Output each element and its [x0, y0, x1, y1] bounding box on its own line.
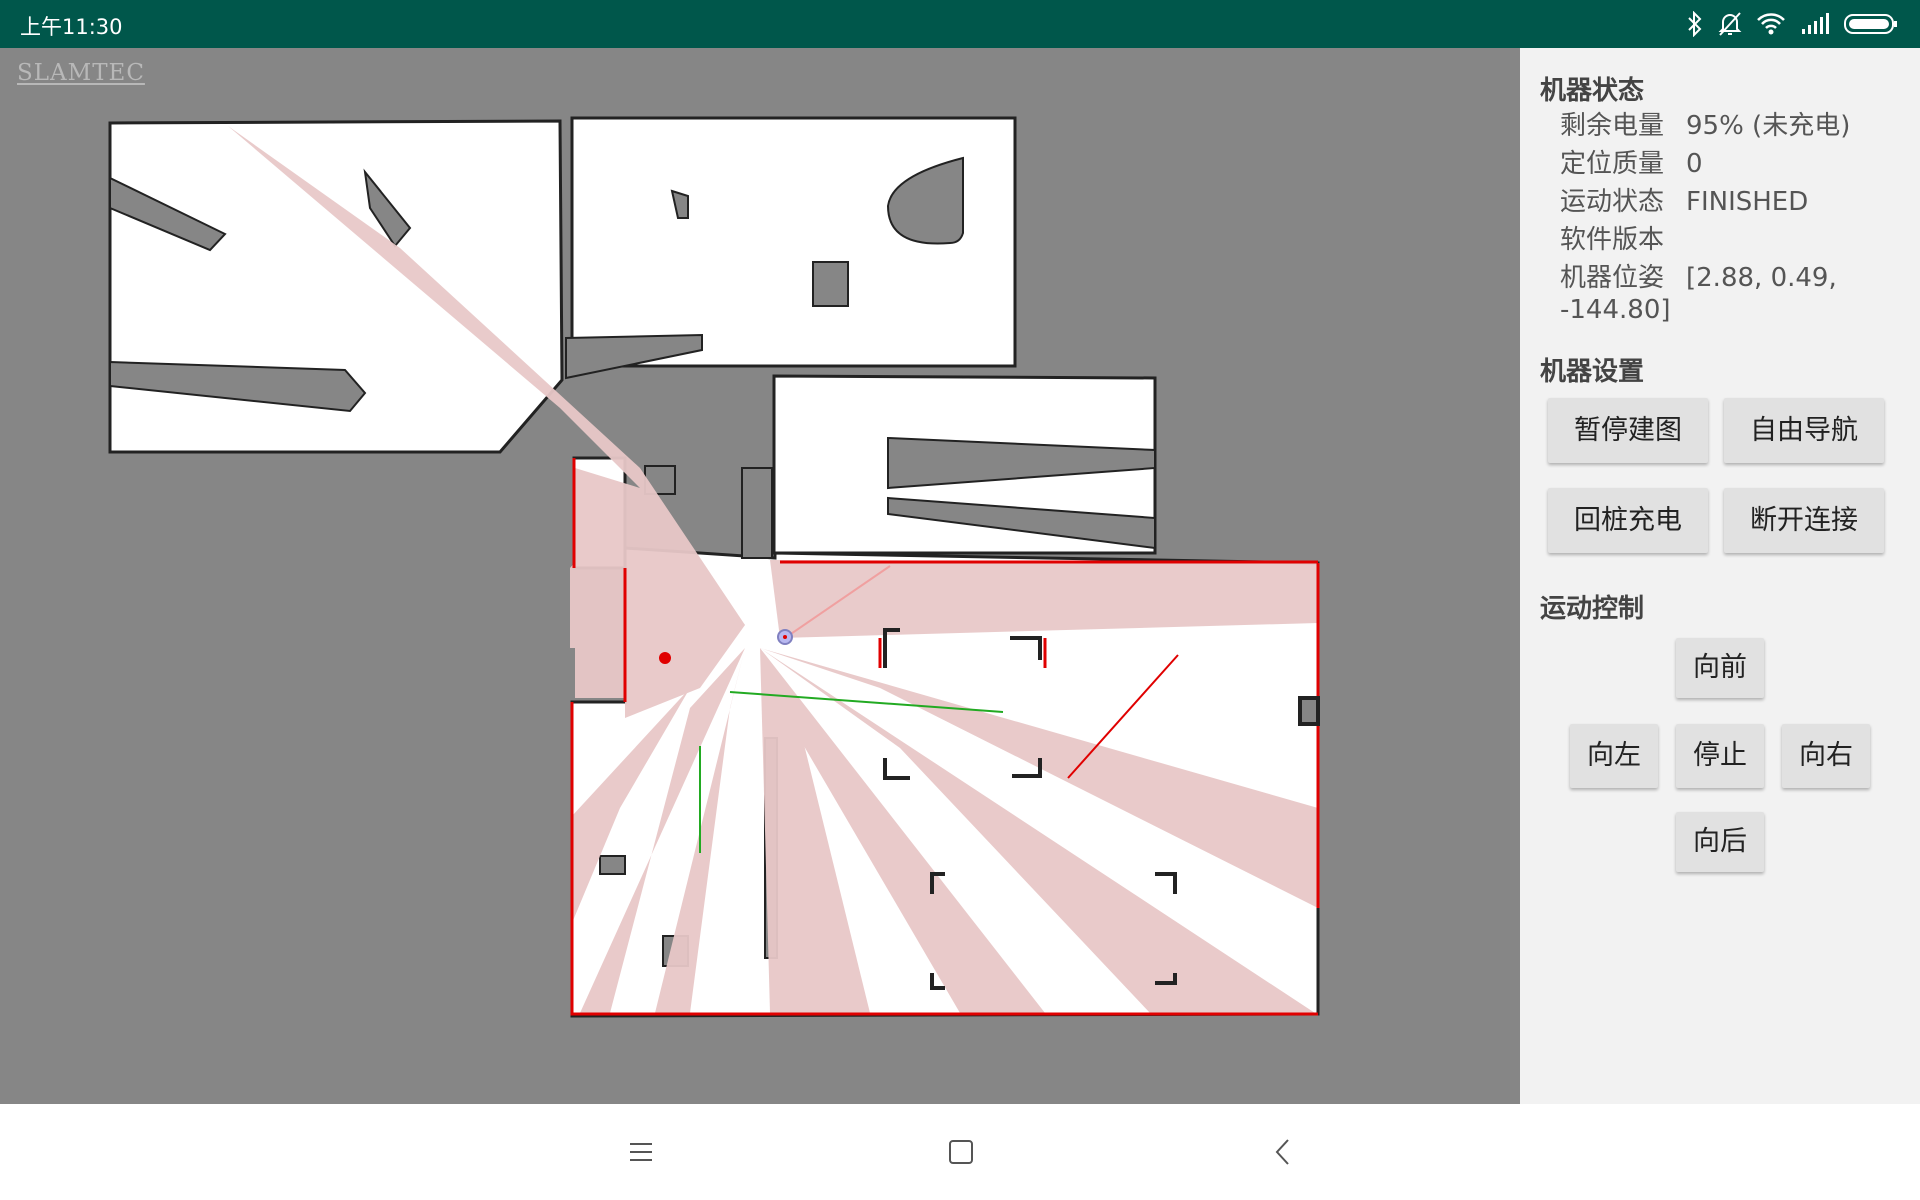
wifi-icon — [1756, 12, 1786, 36]
battery-value: 95% (未充电) — [1686, 111, 1851, 141]
software-version-label: 软件版本 — [1560, 225, 1665, 255]
status-bar: 上午11:30 — [0, 0, 1920, 48]
pause-mapping-button[interactable]: 暂停建图 — [1548, 398, 1708, 463]
status-icons — [1686, 9, 1898, 39]
slam-map-view[interactable]: SLAMTEC — [0, 48, 1520, 1104]
signal-icon — [1800, 13, 1830, 35]
control-panel: 机器状态 剩余电量 95% (未充电) 定位质量 0 运动状态 FINISHED 软件… — [1520, 48, 1920, 1104]
robot-status-title: 机器状态 — [1540, 76, 1645, 106]
clock: 上午11:30 — [20, 15, 123, 39]
left-button[interactable]: 向左 — [1570, 724, 1658, 788]
localization-row: 定位质量 0 — [1560, 148, 1900, 180]
right-button[interactable]: 向右 — [1782, 724, 1870, 788]
map-canvas — [108, 116, 1320, 1018]
software-version-row: 软件版本 — [1560, 224, 1900, 256]
localization-label: 定位质量 — [1560, 149, 1665, 179]
motion-state-value: FINISHED — [1686, 187, 1809, 217]
system-nav-bar — [0, 1104, 1920, 1200]
bluetooth-icon — [1686, 11, 1704, 37]
free-navigation-button[interactable]: 自由导航 — [1724, 398, 1884, 463]
backward-button[interactable]: 向后 — [1676, 812, 1764, 872]
motion-control-title: 运动控制 — [1540, 594, 1645, 624]
slamtec-logo: SLAMTEC — [17, 60, 145, 86]
forward-button[interactable]: 向前 — [1676, 638, 1764, 698]
target-point — [659, 652, 671, 664]
motion-state-label: 运动状态 — [1560, 187, 1665, 217]
stop-button[interactable]: 停止 — [1676, 724, 1764, 788]
mute-notification-icon — [1718, 11, 1742, 37]
return-to-charge-button[interactable]: 回桩充电 — [1548, 488, 1708, 553]
pose-row: 机器位姿 [2.88, 0.49, -144.80] — [1560, 262, 1900, 326]
motion-state-row: 运动状态 FINISHED — [1560, 186, 1900, 218]
localization-value: 0 — [1686, 149, 1703, 179]
menu-icon[interactable] — [621, 1132, 661, 1172]
robot-marker — [777, 629, 793, 645]
battery-label: 剩余电量 — [1560, 111, 1665, 141]
battery-icon — [1844, 13, 1898, 35]
pose-label: 机器位姿 — [1560, 263, 1665, 293]
back-icon[interactable] — [1263, 1132, 1303, 1172]
disconnect-button[interactable]: 断开连接 — [1724, 488, 1884, 553]
home-icon[interactable] — [941, 1132, 981, 1172]
robot-settings-title: 机器设置 — [1540, 357, 1645, 387]
battery-row: 剩余电量 95% (未充电) — [1560, 110, 1900, 142]
